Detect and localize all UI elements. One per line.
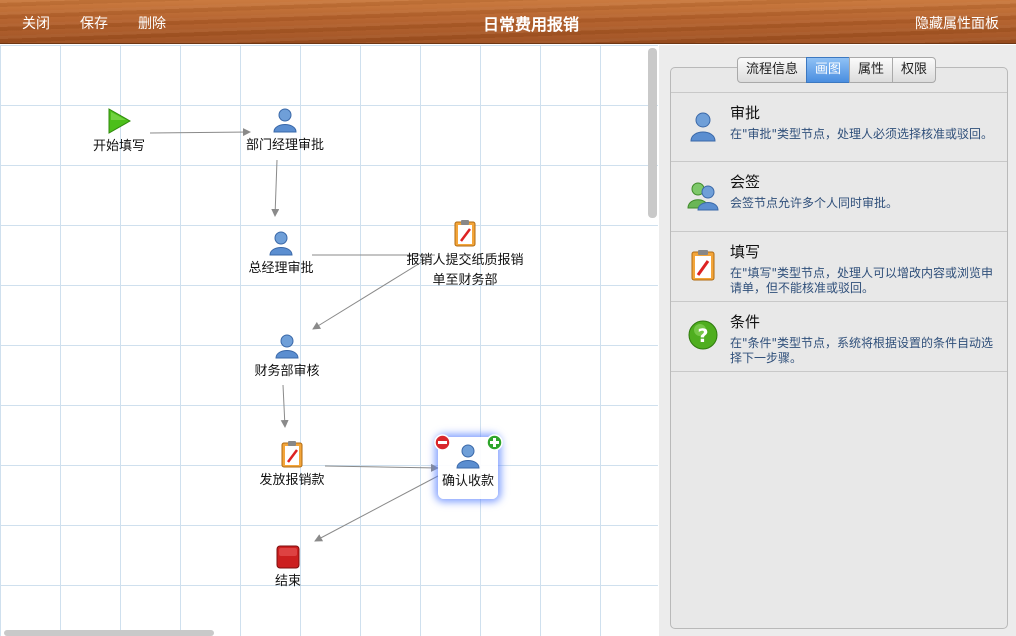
hide-panel-button[interactable]: 隐藏属性面板 [915, 13, 999, 33]
play-icon [108, 108, 132, 134]
users-icon [687, 182, 719, 211]
palette-item-desc: 在"条件"类型节点，系统将根据设置的条件自动选择下一步骤。 [730, 336, 994, 365]
palette-item-title: 条件 [730, 313, 761, 331]
palette-item-fill[interactable]: 填写 在"填写"类型节点，处理人可以增改内容或浏览申请单，但不能核准或驳回。 [671, 232, 1007, 302]
user-icon [275, 334, 299, 359]
horizontal-scrollbar[interactable] [4, 630, 214, 636]
node-label: 财务部审核 [254, 364, 320, 379]
node-submit-paper[interactable]: 报销人提交纸质报销 单至财务部 [400, 219, 530, 291]
tab-permissions[interactable]: 权限 [892, 57, 937, 83]
tab-properties[interactable]: 属性 [849, 57, 894, 83]
node-finance-review[interactable]: 财务部审核 [250, 333, 324, 381]
node-label: 发放报销款 [259, 473, 325, 488]
palette-item-title: 审批 [730, 104, 761, 122]
node-label: 报销人提交纸质报销 [406, 253, 524, 268]
question-icon: ? [688, 320, 718, 350]
remove-node-icon[interactable] [434, 434, 451, 451]
add-node-icon[interactable] [486, 434, 503, 451]
clipboard-icon [454, 220, 476, 247]
node-label: 部门经理审批 [245, 138, 324, 153]
node-label: 确认收款 [441, 474, 494, 489]
user-icon [456, 444, 480, 469]
page-title: 日常费用报销 [482, 15, 579, 34]
user-icon [273, 108, 297, 133]
node-label: 开始填写 [92, 139, 145, 154]
node-start[interactable]: 开始填写 [84, 108, 154, 156]
panel-tabs: 流程信息 画图 属性 权限 [737, 57, 937, 83]
palette-item-desc: 会签节点允许多个人同时审批。 [730, 196, 899, 210]
tab-draw[interactable]: 画图 [806, 57, 851, 83]
palette-item-desc: 在"审批"类型节点，处理人必须选择核准或驳回。 [730, 127, 994, 141]
user-icon [690, 112, 716, 142]
stop-icon [276, 545, 300, 569]
node-dept-manager[interactable]: 部门经理审批 [240, 107, 330, 155]
node-label: 结束 [274, 574, 301, 589]
svg-text:?: ? [697, 325, 708, 347]
palette-item-title: 会签 [730, 173, 761, 191]
node-general-manager[interactable]: 总经理审批 [244, 230, 318, 278]
tab-flow-info[interactable]: 流程信息 [737, 57, 808, 83]
palette-item-condition[interactable]: ? 条件 在"条件"类型节点，系统将根据设置的条件自动选择下一步骤。 [671, 302, 1007, 372]
vertical-scrollbar[interactable] [648, 48, 657, 218]
clipboard-icon [691, 250, 715, 281]
top-toolbar: 关闭 保存 删除 日常费用报销 隐藏属性面板 [0, 0, 1016, 44]
node-label: 总经理审批 [248, 261, 314, 276]
node-end[interactable]: 结束 [268, 545, 308, 591]
node-payout[interactable]: 发放报销款 [254, 440, 330, 490]
clipboard-icon [281, 441, 303, 468]
user-icon [269, 231, 293, 256]
palette-item-approve[interactable]: 审批 在"审批"类型节点，处理人必须选择核准或驳回。 [671, 92, 1007, 162]
palette-item-countersign[interactable]: 会签 会签节点允许多个人同时审批。 [671, 162, 1007, 232]
node-label-line2: 单至财务部 [432, 273, 498, 288]
palette-item-desc: 在"填写"类型节点，处理人可以增改内容或浏览申请单，但不能核准或驳回。 [730, 266, 994, 295]
palette-item-title: 填写 [730, 243, 761, 261]
